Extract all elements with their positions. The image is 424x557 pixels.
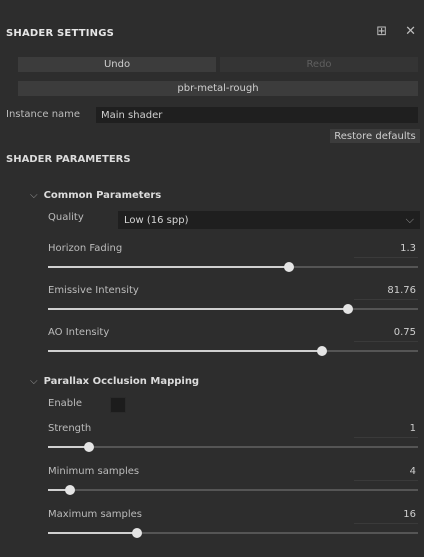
- restore-defaults-button[interactable]: Restore defaults: [330, 129, 420, 143]
- shader-name-button[interactable]: pbr-metal-rough: [18, 81, 418, 96]
- undo-button[interactable]: Undo: [18, 57, 216, 72]
- maximum-samples-slider[interactable]: [48, 528, 418, 538]
- instance-name-label: Instance name: [6, 109, 81, 120]
- emissive-intensity-slider[interactable]: [48, 304, 418, 314]
- panel-title: SHADER SETTINGS: [6, 27, 115, 39]
- horizon-fading-value[interactable]: 1.3: [400, 243, 416, 254]
- instance-name-field[interactable]: Main shader: [96, 107, 418, 123]
- quality-dropdown[interactable]: Low (16 spp) ⌵: [118, 211, 420, 229]
- minimum-samples-slider-thumb[interactable]: [65, 485, 76, 495]
- horizon-fading-label: Horizon Fading: [48, 243, 123, 254]
- shader-settings-panel: SHADER SETTINGS ⊞ ✕ Undo Redo pbr-metal-…: [0, 0, 424, 557]
- chevron-down-icon: ⌵: [30, 376, 38, 387]
- strength-value[interactable]: 1: [410, 423, 416, 434]
- close-icon[interactable]: ✕: [405, 24, 416, 39]
- group-common-title: Common Parameters: [43, 190, 162, 201]
- strength-slider-fill: [48, 446, 89, 448]
- emissive-intensity-slider-thumb[interactable]: [342, 304, 353, 314]
- emissive-intensity-slider-fill: [48, 308, 348, 310]
- ao-intensity-slider-fill: [48, 350, 322, 352]
- redo-button[interactable]: Redo: [220, 57, 418, 72]
- chevron-down-icon: ⌵: [30, 190, 38, 201]
- maximum-samples-slider-fill: [48, 532, 137, 534]
- minimum-samples-value-underline: [354, 480, 418, 481]
- ao-intensity-slider[interactable]: [48, 346, 418, 356]
- ao-intensity-label: AO Intensity: [48, 327, 110, 338]
- ao-intensity-value-underline: [354, 341, 418, 342]
- emissive-intensity-label: Emissive Intensity: [48, 285, 139, 296]
- strength-label: Strength: [48, 423, 92, 434]
- emissive-intensity-value-underline: [354, 299, 418, 300]
- maximum-samples-value[interactable]: 16: [403, 509, 416, 520]
- minimum-samples-slider[interactable]: [48, 485, 418, 495]
- strength-slider-thumb[interactable]: [83, 442, 94, 452]
- horizon-fading-slider-thumb[interactable]: [283, 262, 294, 272]
- ao-intensity-slider-thumb[interactable]: [316, 346, 327, 356]
- quality-dropdown-value: Low (16 spp): [124, 214, 189, 226]
- horizon-fading-slider[interactable]: [48, 262, 418, 272]
- group-common-header[interactable]: ⌵ Common Parameters: [30, 190, 161, 201]
- panel-icon[interactable]: ⊞: [376, 24, 387, 39]
- enable-checkbox[interactable]: [110, 397, 126, 413]
- emissive-intensity-value[interactable]: 81.76: [387, 285, 416, 296]
- panel-titlebar: SHADER SETTINGS ⊞ ✕: [0, 20, 424, 46]
- minimum-samples-label: Minimum samples: [48, 466, 140, 477]
- group-pom-header[interactable]: ⌵ Parallax Occlusion Mapping: [30, 376, 199, 387]
- section-title: SHADER PARAMETERS: [6, 154, 131, 165]
- strength-slider[interactable]: [48, 442, 418, 452]
- titlebar-icons: ⊞ ✕: [376, 24, 416, 39]
- maximum-samples-slider-thumb[interactable]: [131, 528, 142, 538]
- strength-value-underline: [354, 437, 418, 438]
- ao-intensity-value[interactable]: 0.75: [394, 327, 416, 338]
- chevron-down-icon: ⌵: [405, 213, 414, 226]
- quality-label: Quality: [48, 212, 84, 223]
- horizon-fading-slider-fill: [48, 266, 289, 268]
- maximum-samples-label: Maximum samples: [48, 509, 143, 520]
- maximum-samples-value-underline: [354, 523, 418, 524]
- group-pom-title: Parallax Occlusion Mapping: [43, 376, 200, 387]
- horizon-fading-value-underline: [354, 257, 418, 258]
- minimum-samples-value[interactable]: 4: [410, 466, 416, 477]
- enable-label: Enable: [48, 398, 83, 409]
